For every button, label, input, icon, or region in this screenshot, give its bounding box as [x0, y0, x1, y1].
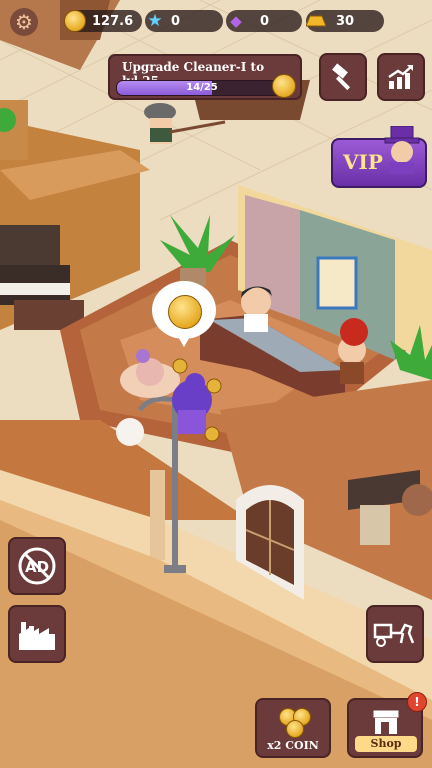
coin-icon: [64, 10, 86, 32]
upgrade-panel[interactable]: Upgrade Cleaner-I to lvl.25 14/25: [108, 54, 302, 100]
star-counter: ★ 0: [145, 10, 223, 32]
coin-icon: [286, 720, 304, 738]
gold-count: 30: [336, 13, 355, 29]
gold-bar-icon: [306, 11, 326, 31]
vip-character-icon: [384, 126, 420, 174]
x2-coin-button[interactable]: x2 COIN: [255, 698, 331, 758]
upgrade-progress-bar: 14/25: [116, 80, 288, 96]
top-hud: ⚙ 127.6 ★ 0 ◆ 0 30: [0, 8, 432, 36]
gold-counter: 30: [306, 10, 384, 32]
shop-label: Shop: [355, 736, 417, 752]
vip-button[interactable]: VIP: [331, 126, 427, 188]
upgrade-progress-text: 14/25: [186, 82, 218, 93]
gear-icon[interactable]: ⚙: [10, 8, 38, 36]
star-icon: ★: [147, 11, 163, 31]
upgrade-coin-icon[interactable]: [272, 74, 296, 98]
star-count: 0: [171, 13, 181, 29]
coin-bubble[interactable]: [152, 281, 216, 347]
coin-icon: [168, 295, 202, 329]
stats-button[interactable]: [377, 53, 425, 101]
no-ads-icon: AD: [18, 547, 56, 585]
x2-coin-label: x2 COIN: [267, 739, 319, 752]
shop-alert-badge: !: [407, 692, 427, 712]
factory-icon: [19, 622, 55, 650]
vip-label: VIP: [343, 150, 383, 174]
growth-chart-icon: [388, 65, 413, 89]
factory-button[interactable]: [8, 605, 66, 663]
hammer-icon: [332, 63, 351, 91]
shop-button[interactable]: Shop !: [347, 692, 427, 758]
no-ads-button[interactable]: AD: [8, 537, 66, 595]
carriage-icon: [373, 623, 415, 647]
gem-count: 0: [260, 13, 270, 29]
shop-icon: [372, 709, 400, 734]
gem-counter: ◆ 0: [226, 10, 302, 32]
build-button[interactable]: [319, 53, 367, 101]
carriage-button[interactable]: [366, 605, 424, 663]
gem-icon: ◆: [230, 12, 242, 30]
coin-counter: 127.6: [64, 10, 142, 32]
coin-count: 127.6: [92, 13, 134, 29]
